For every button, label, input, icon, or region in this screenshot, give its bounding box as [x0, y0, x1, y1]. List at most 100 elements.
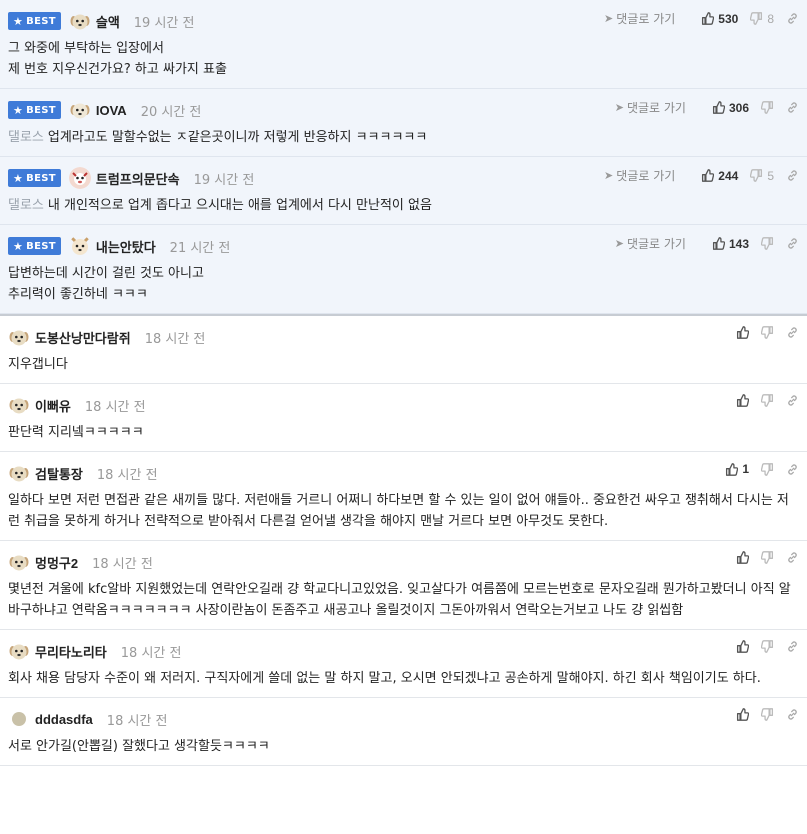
copy-link-button[interactable]: [786, 463, 799, 476]
upvote-button[interactable]: 530: [701, 12, 738, 26]
link-icon: [786, 394, 799, 407]
reply-to-nickname[interactable]: 댈로스: [8, 198, 44, 213]
downvote-button[interactable]: [761, 237, 774, 250]
thumbs-down-icon: [761, 462, 774, 476]
comment-body: 회사 채용 담당자 수준이 왜 저러지. 구직자에게 쓸데 없는 말 하지 말고…: [8, 668, 799, 689]
copy-link-button[interactable]: [786, 551, 799, 564]
best-badge: ★ BEST: [8, 12, 61, 30]
best-badge-label: BEST: [26, 172, 56, 184]
thumbs-up-icon: [736, 394, 749, 407]
comment: 멍멍구2 18 시간 전 몇년전 겨울에 kfc알바 지원했었는데 연락안오길래 걍…: [0, 541, 807, 630]
copy-link-button[interactable]: [786, 326, 799, 339]
author-nickname[interactable]: 트럼프의문단속: [96, 169, 180, 188]
avatar[interactable]: [68, 167, 91, 189]
thumbs-up-icon: [712, 237, 725, 250]
downvote-button[interactable]: [761, 551, 774, 564]
downvote-button[interactable]: [761, 640, 774, 653]
author-nickname[interactable]: 도봉산낭만다람쥐: [35, 328, 131, 347]
author-nickname[interactable]: 멍멍구2: [35, 553, 78, 572]
goto-comment-link[interactable]: ➤ 댓글로 가기: [604, 10, 675, 27]
goto-comment-link[interactable]: ➤ 댓글로 가기: [615, 235, 686, 252]
author-nickname[interactable]: dddasdfa: [35, 712, 93, 727]
upvote-count: 143: [728, 236, 749, 251]
link-icon: [786, 640, 799, 653]
star-icon: ★: [13, 239, 24, 253]
avatar[interactable]: [69, 235, 91, 257]
comment: 이뻐유 18 시간 전 판단력 지리넼ㅋㅋㅋㅋㅋ: [0, 384, 807, 452]
comment: 무리타노리타 18 시간 전회사 채용 담당자 수준이 왜 저러지. 구직자에게 …: [0, 630, 807, 698]
copy-link-button[interactable]: [786, 12, 799, 25]
comment-text: 지우갭니다: [8, 357, 68, 372]
comment: dddasdfa 18 시간 전서로 안가길(안뽑길) 잘했다고 생각할듯ㅋㅋㅋㅋ: [0, 698, 807, 766]
copy-link-button[interactable]: [786, 237, 799, 250]
goto-comment-link[interactable]: ➤ 댓글로 가기: [604, 167, 675, 184]
upvote-button[interactable]: [736, 326, 749, 339]
upvote-button[interactable]: [736, 640, 749, 653]
comment-actions: [724, 640, 799, 653]
link-icon: [786, 463, 799, 476]
comment-time: 20 시간 전: [140, 104, 202, 120]
comment-text: 서로 안가길(안뽑길) 잘했다고 생각할듯ㅋㅋㅋㅋ: [8, 739, 270, 754]
downvote-button[interactable]: [761, 394, 774, 407]
comment-body: 서로 안가길(안뽑길) 잘했다고 생각할듯ㅋㅋㅋㅋ: [8, 736, 799, 757]
comment-text: 판단력 지리넼ㅋㅋㅋㅋㅋ: [8, 425, 144, 440]
author-nickname[interactable]: 이뻐유: [35, 396, 71, 415]
author-nickname[interactable]: 내는안탔다: [96, 237, 156, 256]
goto-comment-link[interactable]: ➤ 댓글로 가기: [615, 99, 686, 116]
author-nickname[interactable]: 무리타노리타: [35, 642, 107, 661]
comment-time: 18 시간 전: [96, 467, 158, 483]
avatar[interactable]: [8, 551, 30, 573]
author-nickname[interactable]: IOVA: [96, 103, 127, 118]
thumbs-up-icon: [712, 101, 725, 114]
thumbs-up-icon: [736, 708, 749, 721]
copy-link-button[interactable]: [786, 708, 799, 721]
best-badge-label: BEST: [26, 240, 56, 252]
downvote-button[interactable]: 8: [750, 12, 774, 26]
downvote-button[interactable]: [761, 326, 774, 339]
upvote-button[interactable]: 143: [712, 237, 749, 251]
upvote-button[interactable]: [736, 708, 749, 721]
upvote-button[interactable]: 1: [725, 462, 749, 476]
copy-link-button[interactable]: [786, 640, 799, 653]
avatar[interactable]: [8, 462, 30, 484]
downvote-button[interactable]: [761, 101, 774, 114]
link-icon: [786, 326, 799, 339]
goto-comment-label: 댓글로 가기: [626, 101, 686, 115]
comment-text: 몇년전 겨울에 kfc알바 지원했었는데 연락안오길래 걍 학교다니고있었음. …: [8, 582, 791, 618]
downvote-button[interactable]: 5: [750, 169, 774, 183]
author-nickname[interactable]: 슬액: [96, 12, 120, 31]
comment-header: dddasdfa 18 시간 전: [8, 708, 799, 730]
reply-to-nickname[interactable]: 댈로스: [8, 130, 44, 145]
send-arrow-icon: ➤: [614, 101, 624, 114]
avatar[interactable]: [69, 99, 91, 121]
downvote-button[interactable]: [761, 462, 774, 476]
comment-actions: ➤ 댓글로 가기 306: [615, 99, 799, 116]
avatar[interactable]: [8, 394, 30, 416]
comment-body: 몇년전 겨울에 kfc알바 지원했었는데 연락안오길래 걍 학교다니고있었음. …: [8, 579, 799, 621]
avatar[interactable]: [8, 708, 30, 730]
upvote-button[interactable]: 244: [701, 169, 738, 183]
comment-header: 무리타노리타 18 시간 전: [8, 640, 799, 662]
upvote-button[interactable]: 306: [712, 101, 749, 115]
upvote-count: 530: [718, 11, 739, 26]
comment-body: 일하다 보면 저런 면접관 같은 새끼들 많다. 저런애들 거르니 어쩌니 하다…: [8, 490, 799, 532]
star-icon: ★: [13, 171, 24, 185]
upvote-button[interactable]: [736, 394, 749, 407]
downvote-count: 5: [767, 168, 774, 183]
thumbs-down-icon: [761, 640, 774, 653]
copy-link-button[interactable]: [786, 394, 799, 407]
upvote-button[interactable]: [736, 551, 749, 564]
goto-comment-label: 댓글로 가기: [616, 12, 676, 26]
best-badge-label: BEST: [26, 104, 56, 116]
avatar[interactable]: [8, 640, 30, 662]
author-nickname[interactable]: 검탈통장: [35, 464, 83, 483]
copy-link-button[interactable]: [786, 169, 799, 182]
send-arrow-icon: ➤: [604, 12, 614, 25]
downvote-button[interactable]: [761, 708, 774, 721]
avatar[interactable]: [8, 326, 30, 348]
comment-header: 도봉산낭만다람쥐 18 시간 전: [8, 326, 799, 348]
avatar[interactable]: [69, 10, 91, 32]
best-comment: ★ BEST 내는안탔다 21 시간 전 ➤ 댓글로 가기 143 답변하는데 시간이 걸린 …: [0, 225, 807, 314]
copy-link-button[interactable]: [786, 101, 799, 114]
best-comment: ★ BEST 슬액 19 시간 전 ➤ 댓글로 가기 530 8 그 와중에 부탁하는 입장에서…: [0, 0, 807, 89]
